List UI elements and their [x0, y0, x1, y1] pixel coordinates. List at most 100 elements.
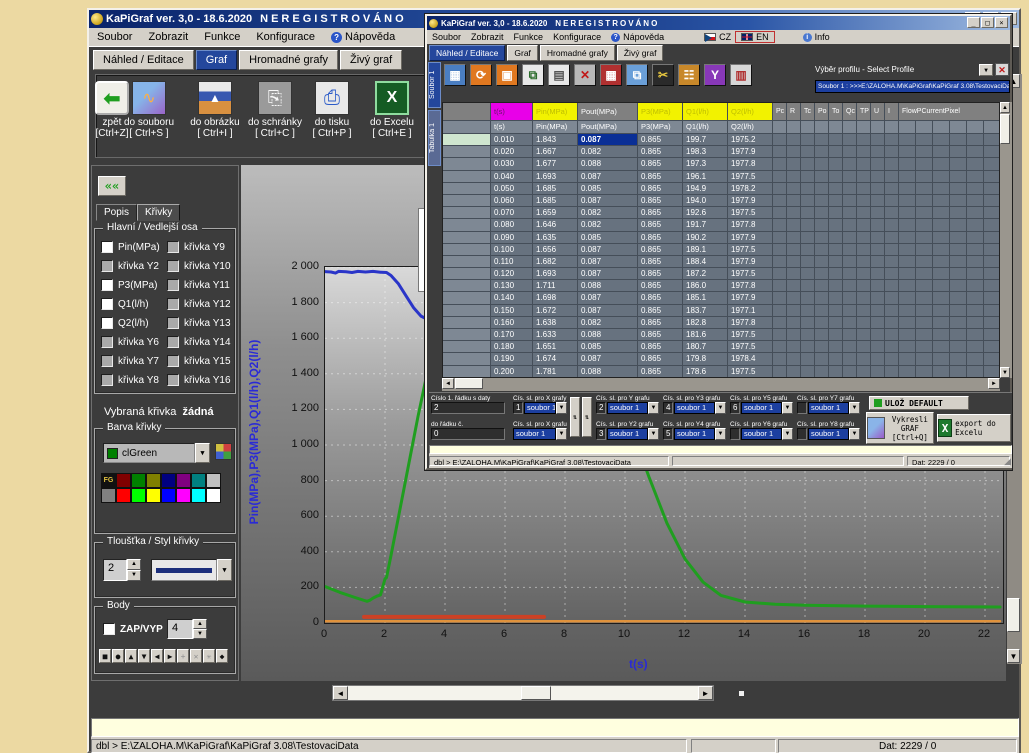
main-tab-graf[interactable]: Graf [196, 50, 237, 70]
grid-header-cell[interactable] [829, 121, 843, 134]
axis-checkbox-k-ivka-Y6[interactable]: křivka Y6 [101, 336, 159, 348]
grid-cell[interactable] [984, 244, 1000, 256]
checkbox[interactable] [167, 279, 179, 291]
grid-cell[interactable] [787, 134, 801, 146]
palette-color-cell[interactable] [176, 488, 191, 503]
grid-cell[interactable]: 1977.9 [728, 195, 773, 207]
grid-cell[interactable] [967, 329, 984, 341]
color-dialog-icon[interactable] [215, 443, 232, 460]
grid-cell[interactable] [801, 134, 815, 146]
menu-item-0[interactable]: Soubor [89, 30, 140, 44]
do-obrázku-button[interactable]: ▲do obrázku[ Ctrl+I ] [185, 81, 245, 139]
grid-cell[interactable]: 194.9 [683, 183, 728, 195]
grid-cell[interactable] [899, 256, 916, 268]
grid-cell[interactable] [984, 219, 1000, 231]
grid-cell[interactable] [857, 329, 871, 341]
grid-cell[interactable] [829, 353, 843, 365]
grid-cell[interactable] [787, 146, 801, 158]
grid-cell[interactable] [967, 317, 984, 329]
main-tab-n-hled-editace[interactable]: Náhled / Editace [93, 50, 194, 70]
side-tab-tabulka1[interactable]: Tabulka 1 [428, 110, 441, 166]
grid-cell[interactable] [871, 232, 885, 244]
row-selector-cell[interactable] [443, 353, 491, 365]
grid-cell[interactable] [916, 280, 933, 292]
grid-cell[interactable] [843, 329, 857, 341]
grid-cell[interactable] [916, 341, 933, 353]
point-shape-button[interactable]: ▼ [138, 649, 150, 663]
data-tab-n-hled-editace[interactable]: Náhled / Editace [429, 45, 505, 61]
grid-cell[interactable] [843, 146, 857, 158]
grid-cell[interactable] [815, 292, 829, 304]
row-selector-cell[interactable] [443, 146, 491, 158]
grid-header-cell[interactable]: Q1(l/h) [683, 121, 728, 134]
grid-cell[interactable]: 1.698 [533, 292, 578, 304]
grid-cell[interactable] [967, 146, 984, 158]
grid-cell[interactable]: 0.030 [491, 158, 533, 170]
grid-cell[interactable]: 0.087 [578, 353, 638, 365]
chevron-down-icon[interactable]: ▼ [782, 402, 793, 414]
grid-cell[interactable]: 0.087 [578, 171, 638, 183]
grid-cell[interactable] [899, 329, 916, 341]
palette-color-cell[interactable] [116, 473, 131, 488]
grid-header-cell[interactable] [871, 121, 885, 134]
grid-header-cell[interactable] [933, 121, 950, 134]
grid-cell[interactable]: 0.865 [638, 219, 683, 231]
grid-header-cell[interactable] [843, 121, 857, 134]
grid-cell[interactable] [916, 219, 933, 231]
grid-cell[interactable] [787, 232, 801, 244]
grid-cell[interactable] [787, 158, 801, 170]
grid-cell[interactable]: 191.7 [683, 219, 728, 231]
grid-cell[interactable] [933, 366, 950, 378]
thickness-stepper[interactable]: 2 ▲▼ [103, 559, 141, 581]
axis-checkbox-k-ivka-Y15[interactable]: křivka Y15 [167, 355, 231, 367]
grid-cell[interactable] [857, 207, 871, 219]
grid-cell[interactable] [857, 280, 871, 292]
grid-cell[interactable] [787, 317, 801, 329]
row-selector-cell[interactable] [443, 232, 491, 244]
grid-cell[interactable] [815, 195, 829, 207]
point-size-up-icon[interactable]: ▲ [193, 619, 207, 629]
table-icon[interactable]: ▦ [444, 64, 466, 86]
grid-cell[interactable] [967, 232, 984, 244]
grid-cell[interactable]: 0.088 [578, 366, 638, 378]
grid-cell[interactable] [787, 268, 801, 280]
point-shape-button[interactable]: ● [112, 649, 124, 663]
grid-cell[interactable] [899, 195, 916, 207]
grid-cell[interactable]: 1.843 [533, 134, 578, 146]
grid-header-cell[interactable] [950, 121, 967, 134]
grid-v-scroll-thumb[interactable] [1000, 114, 1010, 144]
grid-cell[interactable] [815, 366, 829, 378]
grid-cell[interactable]: 185.1 [683, 292, 728, 304]
grid-cell[interactable] [933, 280, 950, 292]
axis-checkbox-P3-MPa-[interactable]: P3(MPa) [101, 279, 157, 291]
palette-color-cell[interactable] [191, 473, 206, 488]
grid-cell[interactable] [773, 280, 787, 292]
graph-v-scroll-thumb[interactable] [1007, 598, 1020, 632]
grid-cell[interactable] [984, 146, 1000, 158]
grid-cell[interactable] [967, 244, 984, 256]
grid-cell[interactable]: 179.8 [683, 353, 728, 365]
chevron-down-icon[interactable]: ▼ [849, 402, 860, 414]
do-tisku-button[interactable]: ⎙do tisku[ Ctrl+P ] [302, 81, 362, 139]
grid-cell[interactable]: 1.635 [533, 232, 578, 244]
grid-cell[interactable] [787, 292, 801, 304]
grid-cell[interactable] [950, 146, 967, 158]
grid-role-header-cell[interactable]: t(s) [491, 103, 533, 121]
grid-cell[interactable] [857, 268, 871, 280]
grid-cell[interactable] [787, 219, 801, 231]
tab-popis[interactable]: Popis [96, 204, 137, 221]
grid-cell[interactable] [885, 244, 899, 256]
grid-cell[interactable] [773, 244, 787, 256]
grid-cell[interactable] [984, 134, 1000, 146]
checkbox[interactable] [101, 260, 113, 272]
do-Excelu-button[interactable]: Xdo Excelu[ Ctrl+E ] [362, 81, 422, 139]
ycol-combo[interactable]: soubor 1▼ [674, 402, 726, 414]
grid-cell[interactable] [916, 244, 933, 256]
grid-wide-header-cell[interactable]: FlowPCurrentPixel [899, 103, 1000, 121]
grid-cell[interactable] [843, 366, 857, 378]
checkbox[interactable] [101, 241, 113, 253]
collapse-panel-button[interactable]: «« [98, 176, 126, 196]
point-shape-button[interactable]: ■ [99, 649, 111, 663]
grid-cell[interactable]: 1977.5 [728, 366, 773, 378]
grid-cell[interactable] [829, 244, 843, 256]
